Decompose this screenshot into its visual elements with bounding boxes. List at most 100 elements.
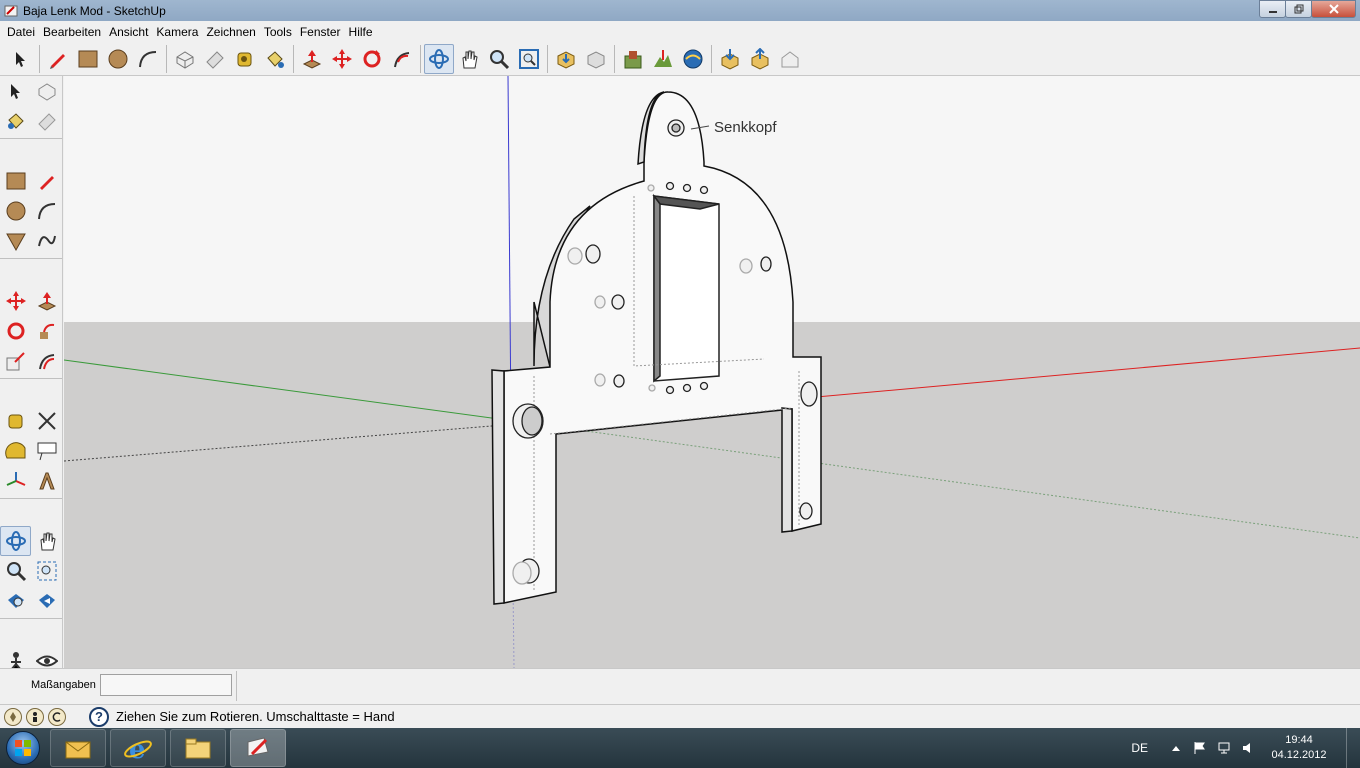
lt-zoom-button[interactable] [0,556,31,586]
lt-dimension-button[interactable] [31,406,62,436]
start-button[interactable] [0,728,46,768]
lt-arc-button[interactable] [31,196,62,226]
rectangle-icon [78,50,98,67]
annotation-senkkopf[interactable]: Senkkopf [714,119,777,136]
lt-offset-button[interactable] [31,346,62,376]
tb-tape-measure-button[interactable] [230,44,260,74]
tb-eraser-button[interactable] [200,44,230,74]
taskbar-outlook[interactable] [50,729,106,767]
lt-line-button[interactable] [31,166,62,196]
tb-orbit-button[interactable] [424,43,454,74]
close-button[interactable] [1311,0,1356,18]
lt-circle-button[interactable] [0,196,31,226]
tb-pencil-button[interactable] [43,44,73,74]
lt-pan-button[interactable] [31,526,62,556]
lt-move-button[interactable] [0,286,31,316]
tb-pan-button[interactable] [454,44,484,74]
tb-get-models-button[interactable] [551,44,581,74]
restore-button[interactable] [1285,0,1312,18]
lt-orbit-button[interactable] [0,526,31,556]
lt-axes-button[interactable] [0,466,31,496]
volume-icon[interactable] [1240,740,1256,756]
lt-make-component-button[interactable] [31,76,62,106]
copyright-icon[interactable] [48,707,66,726]
lt-scale-button[interactable] [0,346,31,376]
axes-icon [6,472,25,486]
tb-circle-button[interactable] [103,44,133,74]
main-toolbar [0,42,1360,76]
toolbar-separator [0,498,62,503]
lt-rotate-button[interactable] [0,316,31,346]
tb-warehouse-button[interactable] [775,44,805,74]
zoom-icon [490,49,510,69]
action-center-icon[interactable] [1192,740,1208,756]
taskbar-sketchup[interactable] [230,729,286,767]
clock[interactable]: 19:44 04.12.2012 [1264,733,1334,763]
windows-flag-icon [15,740,31,756]
lt-rectangle-button[interactable] [0,166,31,196]
menu-ansicht[interactable]: Ansicht [105,22,152,42]
help-icon[interactable]: ? [89,706,109,727]
tb-arc-button[interactable] [133,44,163,74]
tb-push-pull-button[interactable] [297,44,327,74]
lt-previous-button[interactable] [31,586,62,616]
tb-move-button[interactable] [327,44,357,74]
lt-select-button[interactable] [0,76,31,106]
menu-kamera[interactable]: Kamera [152,22,202,42]
rectangle-icon [6,172,25,190]
lt-zoom-extents-button[interactable] [0,586,31,616]
lt-follow-me-button[interactable] [31,316,62,346]
tb-import-button[interactable] [715,44,745,74]
3d-viewport[interactable]: Senkkopf [64,76,1360,668]
paint-bucket-icon [7,113,24,129]
lt-paint-bucket-button[interactable] [0,106,31,136]
warehouse-icon [781,50,799,67]
menu-fenster[interactable]: Fenster [296,22,345,42]
tb-zoom-button[interactable] [484,44,514,74]
tb-paint-bucket-button[interactable] [260,44,290,74]
svg-text:e: e [129,735,146,762]
tb-rectangle-button[interactable] [73,44,103,74]
lt-eraser-button[interactable] [31,106,62,136]
tb-toggle-terrain-button[interactable] [648,44,678,74]
paint-bucket-icon [267,50,284,68]
lt-protractor-button[interactable] [0,436,31,466]
tb-follow-me-button[interactable] [387,44,417,74]
geo-location-icon[interactable] [4,707,22,726]
tb-select-button[interactable] [6,44,36,74]
lt-tape-measure-button[interactable] [0,406,31,436]
taskbar-internet-explorer[interactable]: e [110,729,166,767]
menu-datei[interactable]: Datei [3,22,39,42]
lt-3d-text-button[interactable] [31,466,62,496]
arc-icon [139,50,157,67]
tb-make-component-button[interactable] [170,44,200,74]
tb-add-location-button[interactable] [618,44,648,74]
line-icon [39,176,54,190]
show-hidden-icons-icon[interactable] [1168,740,1184,756]
tb-export-button[interactable] [745,44,775,74]
credits-icon[interactable] [26,707,44,726]
show-desktop-button[interactable] [1346,728,1360,768]
lt-push-pull-button[interactable] [31,286,62,316]
tb-google-earth-button[interactable] [678,44,708,74]
tb-share-model-button[interactable] [581,44,611,74]
tb-rotate-button[interactable] [357,44,387,74]
network-icon[interactable] [1216,740,1232,756]
language-indicator[interactable]: DE [1131,741,1148,755]
menu-bearbeiten[interactable]: Bearbeiten [39,22,105,42]
lt-freehand-button[interactable] [31,226,62,256]
status-text: Ziehen Sie zum Rotieren. Umschalttaste =… [116,709,395,724]
menu-tools[interactable]: Tools [260,22,296,42]
lt-polygon-button[interactable] [0,226,31,256]
tb-zoom-extents-button[interactable] [514,44,544,74]
measurements-input[interactable] [100,674,232,696]
steering-mount-part[interactable] [491,91,822,605]
menu-hilfe[interactable]: Hilfe [345,22,377,42]
minimize-button[interactable] [1259,0,1286,18]
model-canvas[interactable] [64,76,1360,668]
taskbar-explorer[interactable] [170,729,226,767]
protractor-icon [4,442,25,459]
lt-zoom-window-button[interactable] [31,556,62,586]
lt-text-button[interactable] [31,436,62,466]
menu-zeichnen[interactable]: Zeichnen [202,22,259,42]
